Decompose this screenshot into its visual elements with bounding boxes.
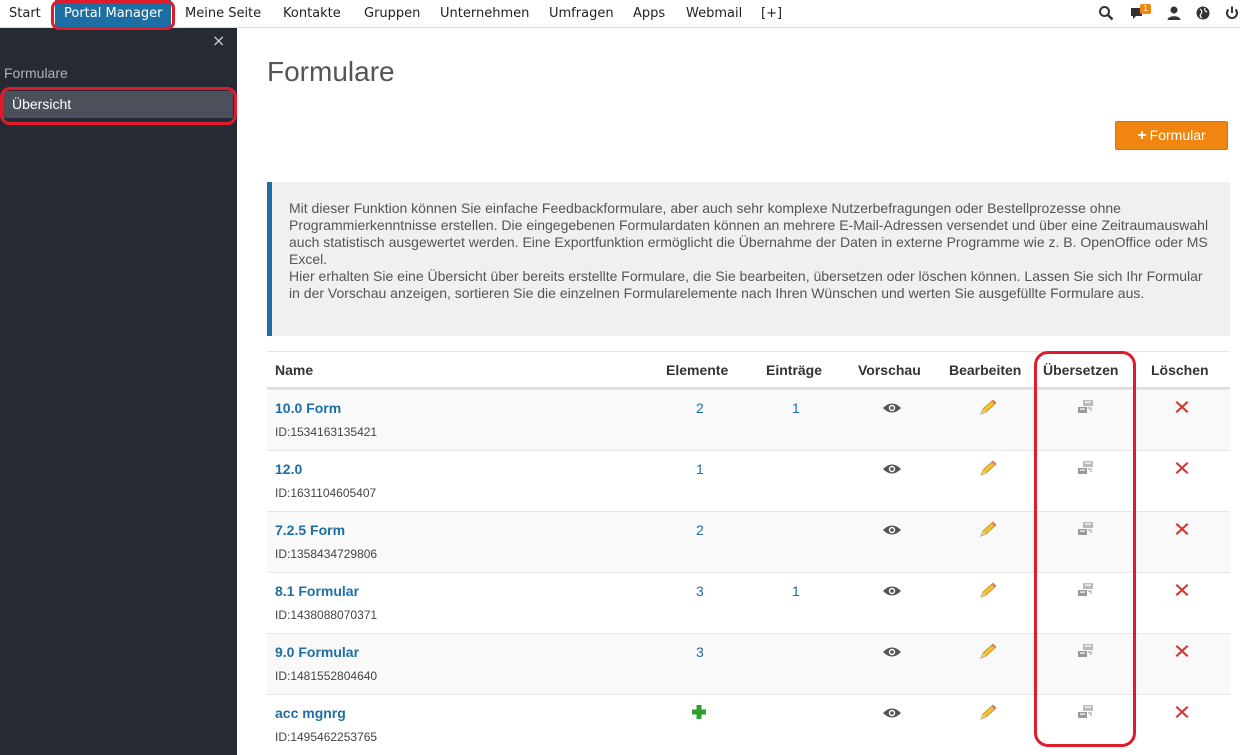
info-paragraph-1: Mit dieser Funktion können Sie einfache … [289,200,1209,267]
translate-icon[interactable] [1076,582,1096,600]
header-translate: Übersetzen [1043,362,1119,378]
add-icon[interactable] [691,704,711,722]
search-icon[interactable] [1098,5,1116,23]
info-box: Mit dieser Funktion können Sie einfache … [267,182,1230,336]
elements-count[interactable]: 2 [696,522,704,538]
table-row: 9.0 Formular ID:1481552804640 3 [267,633,1230,694]
header-edit: Bearbeiten [949,362,1022,378]
info-paragraph-2: Hier erhalten Sie eine Übersicht über be… [289,268,1203,301]
user-icon[interactable] [1166,5,1184,23]
translate-icon[interactable] [1076,643,1096,661]
form-name-link[interactable]: 7.2.5 Form [275,522,345,538]
header-preview: Vorschau [858,362,921,378]
forms-table: Name Elemente Einträge Vorschau Bearbeit… [267,351,1230,755]
elements-count[interactable]: 3 [696,644,704,660]
nav-item-apps[interactable]: Apps [624,0,674,28]
plus-icon: + [1137,127,1147,144]
form-id: ID:1438088070371 [275,608,378,622]
page-title: Formulare [267,56,395,87]
elements-count[interactable]: 1 [696,461,704,477]
header-name[interactable]: Name [275,362,313,378]
table-row: acc mgnrg ID:1495462253765 [267,694,1230,755]
form-name-link[interactable]: 10.0 Form [275,400,341,416]
pencil-icon[interactable] [978,582,998,600]
eye-icon[interactable] [882,401,902,419]
delete-icon[interactable] [1174,582,1194,600]
pencil-icon[interactable] [978,399,998,417]
power-icon[interactable] [1224,5,1240,23]
entries-count[interactable]: 1 [792,583,800,599]
nav-item-webmail[interactable]: Webmail [677,0,751,28]
sidebar-item-uebersicht[interactable]: Übersicht [3,91,233,118]
nav-item-unternehmen[interactable]: Unternehmen [431,0,538,28]
form-name-link[interactable]: 8.1 Formular [275,583,359,599]
sidebar: × Formulare Übersicht [0,28,237,755]
close-icon[interactable]: × [212,31,225,50]
nav-item-start[interactable]: Start [0,0,50,28]
notification-badge: 1 [1140,4,1152,14]
form-id: ID:1481552804640 [275,669,378,683]
table-row: 10.0 Form ID:1534163135421 2 1 [267,389,1230,450]
form-name-link[interactable]: 12.0 [275,461,302,477]
header-entries[interactable]: Einträge [766,362,822,378]
delete-icon[interactable] [1174,399,1194,417]
form-name-link[interactable]: 9.0 Formular [275,644,359,660]
elements-count[interactable]: 2 [696,400,704,416]
pencil-icon[interactable] [978,460,998,478]
header-elements[interactable]: Elemente [666,362,728,378]
translate-icon[interactable] [1076,704,1096,722]
pencil-icon[interactable] [978,643,998,661]
eye-icon[interactable] [882,584,902,602]
pencil-icon[interactable] [978,521,998,539]
nav-item-kontakte[interactable]: Kontakte [274,0,350,28]
form-name-link[interactable]: acc mgnrg [275,705,346,721]
eye-icon[interactable] [882,462,902,480]
top-navigation: Start Portal Manager Meine Seite Kontakt… [0,0,1240,28]
eye-icon[interactable] [882,706,902,724]
form-id: ID:1358434729806 [275,547,378,561]
translate-icon[interactable] [1076,521,1096,539]
entries-count[interactable]: 1 [792,400,800,416]
table-row: 8.1 Formular ID:1438088070371 3 1 [267,572,1230,633]
sidebar-section-title: Formulare [4,65,68,81]
translate-icon[interactable] [1076,399,1096,417]
delete-icon[interactable] [1174,460,1194,478]
form-id: ID:1534163135421 [275,425,378,439]
delete-icon[interactable] [1174,704,1194,722]
chat-icon[interactable]: 1 [1130,4,1152,23]
table-header: Name Elemente Einträge Vorschau Bearbeit… [267,351,1230,389]
delete-icon[interactable] [1174,643,1194,661]
eye-icon[interactable] [882,523,902,541]
nav-item-meine-seite[interactable]: Meine Seite [176,0,270,28]
translate-icon[interactable] [1076,460,1096,478]
nav-item-portal-manager[interactable]: Portal Manager [55,0,172,28]
table-row: 7.2.5 Form ID:1358434729806 2 [267,511,1230,572]
table-row: 12.0 ID:1631104605407 1 [267,450,1230,511]
pencil-icon[interactable] [978,704,998,722]
globe-icon[interactable] [1195,5,1213,23]
form-id: ID:1631104605407 [275,486,377,500]
nav-item-gruppen[interactable]: Gruppen [355,0,429,28]
form-id: ID:1495462253765 [275,730,378,744]
nav-item-umfragen[interactable]: Umfragen [540,0,623,28]
add-form-label: Formular [1149,127,1206,143]
nav-item-add[interactable]: [+] [752,0,791,28]
delete-icon[interactable] [1174,521,1194,539]
header-delete: Löschen [1151,362,1209,378]
eye-icon[interactable] [882,645,902,663]
add-form-button[interactable]: + Formular [1115,121,1228,150]
elements-count[interactable]: 3 [696,583,704,599]
